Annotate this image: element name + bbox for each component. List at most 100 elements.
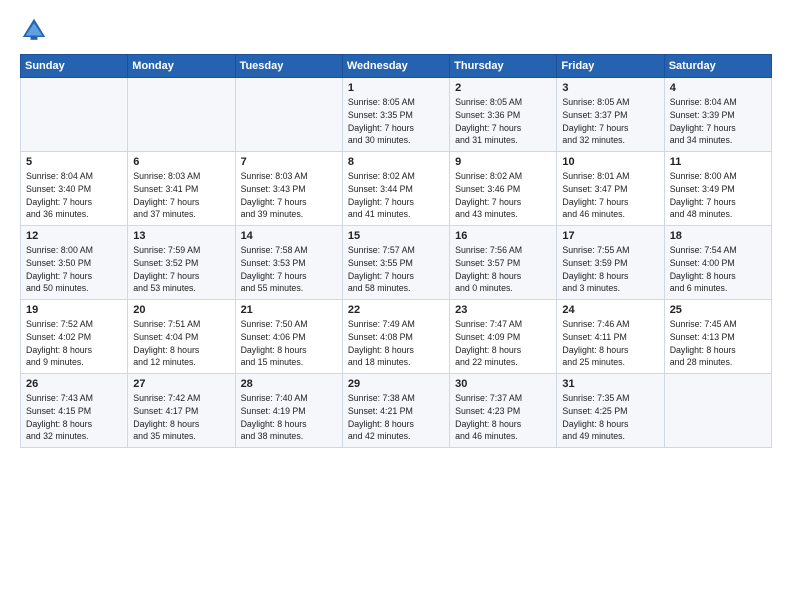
- calendar-cell: 30 Sunrise: 7:37 AM Sunset: 4:23 PM Dayli…: [450, 374, 557, 448]
- day-info: Sunrise: 7:57 AM Sunset: 3:55 PM Dayligh…: [348, 244, 444, 295]
- calendar-cell: 21 Sunrise: 7:50 AM Sunset: 4:06 PM Dayli…: [235, 300, 342, 374]
- day-number: 9: [455, 156, 551, 168]
- calendar-cell: 22 Sunrise: 7:49 AM Sunset: 4:08 PM Dayli…: [342, 300, 449, 374]
- calendar-cell: 12 Sunrise: 8:00 AM Sunset: 3:50 PM Dayli…: [21, 226, 128, 300]
- calendar-cell: 5 Sunrise: 8:04 AM Sunset: 3:40 PM Daylig…: [21, 152, 128, 226]
- day-info: Sunrise: 8:03 AM Sunset: 3:41 PM Dayligh…: [133, 170, 229, 221]
- day-number: 30: [455, 378, 551, 390]
- weekday-header-row: SundayMondayTuesdayWednesdayThursdayFrid…: [21, 55, 772, 78]
- day-number: 4: [670, 82, 766, 94]
- weekday-header-thursday: Thursday: [450, 55, 557, 78]
- page: SundayMondayTuesdayWednesdayThursdayFrid…: [0, 0, 792, 612]
- day-info: Sunrise: 7:51 AM Sunset: 4:04 PM Dayligh…: [133, 318, 229, 369]
- day-info: Sunrise: 7:46 AM Sunset: 4:11 PM Dayligh…: [562, 318, 658, 369]
- day-number: 16: [455, 230, 551, 242]
- calendar-cell: 14 Sunrise: 7:58 AM Sunset: 3:53 PM Dayli…: [235, 226, 342, 300]
- calendar-cell: 24 Sunrise: 7:46 AM Sunset: 4:11 PM Dayli…: [557, 300, 664, 374]
- day-number: 13: [133, 230, 229, 242]
- logo: [20, 16, 54, 44]
- calendar-cell: 31Sunrise: 7:35 AM Sunset: 4:25 PM Dayli…: [557, 374, 664, 448]
- day-info: Sunrise: 7:59 AM Sunset: 3:52 PM Dayligh…: [133, 244, 229, 295]
- calendar-cell: 2Sunrise: 8:05 AM Sunset: 3:36 PM Daylig…: [450, 78, 557, 152]
- day-info: Sunrise: 8:05 AM Sunset: 3:37 PM Dayligh…: [562, 96, 658, 147]
- day-number: 2: [455, 82, 551, 94]
- calendar-cell: 27Sunrise: 7:42 AM Sunset: 4:17 PM Dayli…: [128, 374, 235, 448]
- calendar-cell: 6 Sunrise: 8:03 AM Sunset: 3:41 PM Daylig…: [128, 152, 235, 226]
- calendar-cell: 23 Sunrise: 7:47 AM Sunset: 4:09 PM Dayli…: [450, 300, 557, 374]
- day-number: 12: [26, 230, 122, 242]
- calendar-table: SundayMondayTuesdayWednesdayThursdayFrid…: [20, 54, 772, 448]
- day-info: Sunrise: 8:00 AM Sunset: 3:49 PM Dayligh…: [670, 170, 766, 221]
- day-number: 29: [348, 378, 444, 390]
- day-info: Sunrise: 7:47 AM Sunset: 4:09 PM Dayligh…: [455, 318, 551, 369]
- day-info: Sunrise: 7:35 AM Sunset: 4:25 PM Dayligh…: [562, 392, 658, 443]
- weekday-header-friday: Friday: [557, 55, 664, 78]
- calendar-cell: [21, 78, 128, 152]
- day-number: 21: [241, 304, 337, 316]
- day-number: 24: [562, 304, 658, 316]
- calendar-cell: 26 Sunrise: 7:43 AM Sunset: 4:15 PM Dayli…: [21, 374, 128, 448]
- day-number: 23: [455, 304, 551, 316]
- logo-icon: [20, 16, 48, 44]
- day-info: Sunrise: 7:38 AM Sunset: 4:21 PM Dayligh…: [348, 392, 444, 443]
- day-number: 19: [26, 304, 122, 316]
- day-info: Sunrise: 8:05 AM Sunset: 3:35 PM Dayligh…: [348, 96, 444, 147]
- calendar-cell: 4 Sunrise: 8:04 AM Sunset: 3:39 PM Daylig…: [664, 78, 771, 152]
- calendar-cell: 17Sunrise: 7:55 AM Sunset: 3:59 PM Dayli…: [557, 226, 664, 300]
- calendar-cell: 13 Sunrise: 7:59 AM Sunset: 3:52 PM Dayli…: [128, 226, 235, 300]
- calendar-cell: 18 Sunrise: 7:54 AM Sunset: 4:00 PM Dayli…: [664, 226, 771, 300]
- day-number: 8: [348, 156, 444, 168]
- day-number: 26: [26, 378, 122, 390]
- calendar-cell: 19 Sunrise: 7:52 AM Sunset: 4:02 PM Dayli…: [21, 300, 128, 374]
- weekday-header-monday: Monday: [128, 55, 235, 78]
- calendar-cell: 15 Sunrise: 7:57 AM Sunset: 3:55 PM Dayli…: [342, 226, 449, 300]
- day-info: Sunrise: 7:54 AM Sunset: 4:00 PM Dayligh…: [670, 244, 766, 295]
- day-number: 28: [241, 378, 337, 390]
- day-info: Sunrise: 8:04 AM Sunset: 3:39 PM Dayligh…: [670, 96, 766, 147]
- day-info: Sunrise: 7:43 AM Sunset: 4:15 PM Dayligh…: [26, 392, 122, 443]
- day-info: Sunrise: 8:00 AM Sunset: 3:50 PM Dayligh…: [26, 244, 122, 295]
- day-info: Sunrise: 7:50 AM Sunset: 4:06 PM Dayligh…: [241, 318, 337, 369]
- calendar-cell: 8 Sunrise: 8:02 AM Sunset: 3:44 PM Daylig…: [342, 152, 449, 226]
- day-number: 1: [348, 82, 444, 94]
- day-number: 14: [241, 230, 337, 242]
- day-info: Sunrise: 8:02 AM Sunset: 3:44 PM Dayligh…: [348, 170, 444, 221]
- day-info: Sunrise: 8:03 AM Sunset: 3:43 PM Dayligh…: [241, 170, 337, 221]
- calendar-cell: 16 Sunrise: 7:56 AM Sunset: 3:57 PM Dayli…: [450, 226, 557, 300]
- calendar-cell: 7 Sunrise: 8:03 AM Sunset: 3:43 PM Daylig…: [235, 152, 342, 226]
- calendar-cell: 28 Sunrise: 7:40 AM Sunset: 4:19 PM Dayli…: [235, 374, 342, 448]
- day-info: Sunrise: 7:40 AM Sunset: 4:19 PM Dayligh…: [241, 392, 337, 443]
- day-info: Sunrise: 7:58 AM Sunset: 3:53 PM Dayligh…: [241, 244, 337, 295]
- day-number: 7: [241, 156, 337, 168]
- day-number: 10: [562, 156, 658, 168]
- week-row-3: 19 Sunrise: 7:52 AM Sunset: 4:02 PM Dayli…: [21, 300, 772, 374]
- day-number: 22: [348, 304, 444, 316]
- day-info: Sunrise: 7:52 AM Sunset: 4:02 PM Dayligh…: [26, 318, 122, 369]
- day-info: Sunrise: 7:49 AM Sunset: 4:08 PM Dayligh…: [348, 318, 444, 369]
- calendar-cell: [128, 78, 235, 152]
- day-info: Sunrise: 7:45 AM Sunset: 4:13 PM Dayligh…: [670, 318, 766, 369]
- day-info: Sunrise: 8:04 AM Sunset: 3:40 PM Dayligh…: [26, 170, 122, 221]
- calendar-cell: 20 Sunrise: 7:51 AM Sunset: 4:04 PM Dayli…: [128, 300, 235, 374]
- calendar-cell: 11 Sunrise: 8:00 AM Sunset: 3:49 PM Dayli…: [664, 152, 771, 226]
- calendar-cell: [664, 374, 771, 448]
- day-info: Sunrise: 7:37 AM Sunset: 4:23 PM Dayligh…: [455, 392, 551, 443]
- week-row-2: 12 Sunrise: 8:00 AM Sunset: 3:50 PM Dayli…: [21, 226, 772, 300]
- weekday-header-sunday: Sunday: [21, 55, 128, 78]
- day-number: 20: [133, 304, 229, 316]
- day-info: Sunrise: 7:42 AM Sunset: 4:17 PM Dayligh…: [133, 392, 229, 443]
- weekday-header-tuesday: Tuesday: [235, 55, 342, 78]
- week-row-4: 26 Sunrise: 7:43 AM Sunset: 4:15 PM Dayli…: [21, 374, 772, 448]
- day-info: Sunrise: 7:56 AM Sunset: 3:57 PM Dayligh…: [455, 244, 551, 295]
- day-number: 5: [26, 156, 122, 168]
- calendar-cell: 3Sunrise: 8:05 AM Sunset: 3:37 PM Daylig…: [557, 78, 664, 152]
- calendar-cell: [235, 78, 342, 152]
- week-row-1: 5 Sunrise: 8:04 AM Sunset: 3:40 PM Daylig…: [21, 152, 772, 226]
- day-number: 15: [348, 230, 444, 242]
- calendar-cell: 25Sunrise: 7:45 AM Sunset: 4:13 PM Dayli…: [664, 300, 771, 374]
- day-number: 18: [670, 230, 766, 242]
- day-number: 11: [670, 156, 766, 168]
- weekday-header-saturday: Saturday: [664, 55, 771, 78]
- day-info: Sunrise: 7:55 AM Sunset: 3:59 PM Dayligh…: [562, 244, 658, 295]
- day-number: 6: [133, 156, 229, 168]
